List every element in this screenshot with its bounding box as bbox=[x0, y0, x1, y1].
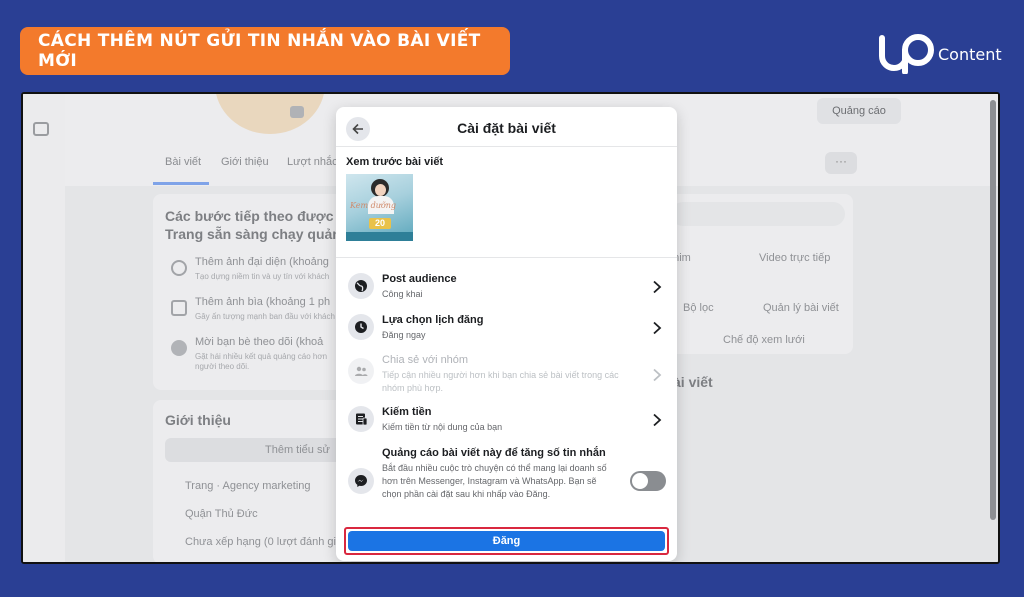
logo-mark-icon bbox=[879, 34, 934, 74]
post-preview-image: Kem dưỡng 20 bbox=[346, 174, 413, 241]
about-title: Giới thiệu bbox=[165, 412, 231, 428]
page-avatar[interactable] bbox=[215, 94, 325, 134]
post-button[interactable]: Đăng bbox=[348, 531, 665, 551]
panel-toggle-icon[interactable] bbox=[33, 122, 49, 136]
post-button-highlight: Đăng bbox=[344, 527, 669, 555]
messenger-icon bbox=[348, 468, 374, 494]
option-title: Kiếm tiền bbox=[382, 406, 432, 418]
live-video-label[interactable]: Video trực tiếp bbox=[759, 252, 830, 264]
filter-button[interactable]: Bộ lọc bbox=[683, 302, 714, 314]
option-share-to-group[interactable]: Chia sẻ với nhóm Tiếp cận nhiều người hơ… bbox=[344, 352, 669, 396]
more-options-button[interactable]: ··· bbox=[825, 152, 857, 174]
posts-heading: ài viết bbox=[673, 374, 713, 390]
thumb-base bbox=[346, 232, 413, 241]
profile-icon bbox=[171, 260, 187, 276]
next-steps-card: Các bước tiếp theo được đ Trang sẵn sàng… bbox=[153, 194, 353, 390]
option-subtitle: Kiếm tiền từ nội dung của bạn bbox=[382, 422, 503, 432]
add-bio-label: Thêm tiểu sử bbox=[265, 444, 330, 456]
ads-button[interactable]: Quảng cáo bbox=[817, 98, 901, 124]
step-label[interactable]: Thêm ảnh bìa (khoảng 1 ph bbox=[195, 296, 330, 308]
invite-friends-icon bbox=[171, 340, 187, 356]
globe-icon bbox=[348, 273, 374, 299]
chevron-right-icon bbox=[653, 321, 662, 335]
chevron-right-icon bbox=[653, 413, 662, 427]
grid-view-tab[interactable]: Chế độ xem lưới bbox=[723, 334, 805, 346]
page-scrollbar[interactable] bbox=[990, 100, 996, 520]
boost-messages-toggle[interactable] bbox=[630, 471, 666, 491]
step-sub: Gặt hái nhiều kết quả quảng cáo hơn bbox=[195, 352, 328, 361]
step-sub: Gây ấn tượng mạnh ban đầu với khách bbox=[195, 312, 335, 321]
cover-photo-icon bbox=[171, 300, 187, 316]
steps-title-2: Trang sẵn sàng chạy quảng bbox=[165, 226, 350, 242]
group-icon bbox=[348, 358, 374, 384]
dialog-title: Cài đặt bài viết bbox=[457, 120, 556, 136]
option-subtitle: Đăng ngay bbox=[382, 330, 426, 340]
monetize-icon bbox=[348, 406, 374, 432]
logo-text: Content bbox=[938, 44, 1002, 64]
tab-mentions[interactable]: Lượt nhắc bbox=[287, 156, 338, 168]
option-boost-messages[interactable]: Quảng cáo bài viết này để tăng số tin nh… bbox=[344, 447, 669, 521]
option-schedule[interactable]: Lựa chọn lịch đăng Đăng ngay bbox=[344, 312, 669, 344]
about-rating: Chưa xếp hạng (0 lượt đánh giá) bbox=[185, 536, 346, 548]
steps-title-1: Các bước tiếp theo được đ bbox=[165, 208, 346, 224]
model-face bbox=[375, 184, 386, 196]
tutorial-title-banner: CÁCH THÊM NÚT GỬI TIN NHẮN VÀO BÀI VIẾT … bbox=[20, 27, 510, 75]
option-title: Post audience bbox=[382, 273, 457, 285]
post-settings-dialog: Cài đặt bài viết Xem trước bài viết Kem … bbox=[336, 107, 677, 561]
divider bbox=[336, 257, 677, 258]
thumb-number: 20 bbox=[369, 218, 391, 229]
add-bio-button[interactable]: Thêm tiểu sử bbox=[165, 438, 345, 462]
option-subtitle: Tiếp cận nhiều người hơn khi bạn chia sẻ… bbox=[382, 370, 619, 393]
tab-posts[interactable]: Bài viết bbox=[165, 156, 201, 168]
about-card: Giới thiệu Thêm tiểu sử Trang · Agency m… bbox=[153, 400, 353, 562]
thumb-script-text: Kem dưỡng bbox=[350, 201, 396, 210]
chevron-right-icon bbox=[653, 280, 662, 294]
about-location: Quận Thủ Đức bbox=[185, 508, 258, 520]
composer-input[interactable] bbox=[671, 202, 845, 226]
option-subtitle: Công khai bbox=[382, 289, 423, 299]
about-category: Trang · Agency marketing bbox=[185, 480, 311, 492]
brand-logo: Content bbox=[878, 30, 1008, 74]
step-sub-extra: người theo dõi. bbox=[195, 362, 250, 371]
composer-card: phim Video trực tiếp bbox=[663, 194, 853, 354]
active-tab-indicator bbox=[153, 182, 209, 185]
camera-icon[interactable] bbox=[290, 106, 304, 118]
preview-label: Xem trước bài viết bbox=[346, 156, 444, 168]
step-label[interactable]: Thêm ảnh đại diện (khoảng bbox=[195, 256, 329, 268]
option-monetize[interactable]: Kiếm tiền Kiếm tiền từ nội dung của bạn bbox=[344, 404, 669, 436]
option-title: Lựa chọn lịch đăng bbox=[382, 314, 484, 326]
chevron-right-icon bbox=[653, 368, 662, 382]
clock-icon bbox=[348, 314, 374, 340]
step-label[interactable]: Mời bạn bè theo dõi (khoả bbox=[195, 336, 323, 348]
tab-about[interactable]: Giới thiệu bbox=[221, 156, 269, 168]
option-title: Quảng cáo bài viết này để tăng số tin nh… bbox=[382, 447, 606, 459]
dialog-header: Cài đặt bài viết bbox=[336, 107, 677, 147]
option-post-audience[interactable]: Post audience Công khai bbox=[344, 271, 669, 303]
toggle-knob bbox=[632, 473, 648, 489]
step-sub: Tạo dựng niềm tin và uy tín với khách bbox=[195, 272, 330, 281]
screenshot-frame: Quảng cáo Bài viết Giới thiệu Lượt nhắc … bbox=[21, 92, 1000, 564]
option-title: Chia sẻ với nhóm bbox=[382, 354, 469, 366]
manage-posts-button[interactable]: Quản lý bài viết bbox=[763, 302, 839, 314]
left-rail bbox=[23, 94, 65, 562]
option-subtitle: Bắt đầu nhiều cuộc trò chuyện có thể man… bbox=[382, 463, 607, 499]
